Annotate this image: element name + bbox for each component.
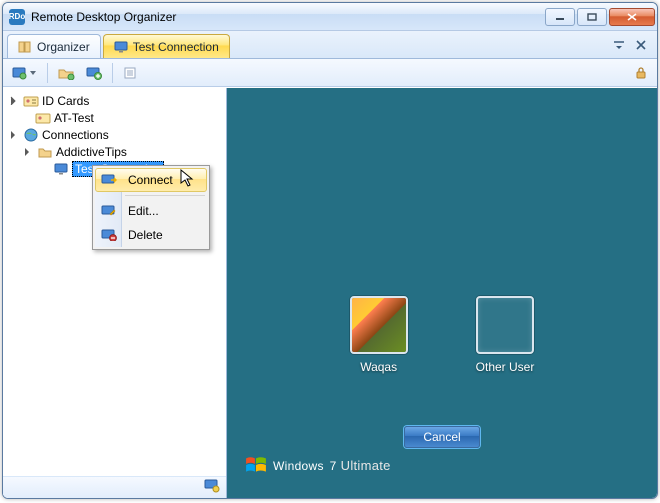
tab-test-connection[interactable]: Test Connection	[103, 34, 230, 58]
tab-close-button[interactable]	[633, 37, 649, 53]
user-name-label: Other User	[476, 360, 535, 374]
tab-label: Organizer	[37, 40, 90, 54]
new-folder-button[interactable]	[54, 62, 78, 84]
globe-icon	[23, 128, 39, 142]
menu-item-delete[interactable]: Delete	[95, 223, 207, 247]
sidebar: ID Cards AT-Test Connections AddictiveTi…	[3, 88, 227, 498]
monitor-icon	[114, 41, 128, 53]
lock-button[interactable]	[629, 62, 653, 84]
properties-button[interactable]	[119, 62, 143, 84]
tree-label: Connections	[42, 128, 109, 142]
context-menu: Connect Edit... Delete	[92, 165, 210, 250]
tree-node-connections[interactable]: Connections	[5, 126, 224, 143]
monitor-icon	[204, 479, 220, 496]
menu-item-label: Connect	[128, 173, 173, 187]
menu-item-edit[interactable]: Edit...	[95, 199, 207, 223]
tree-label: AT-Test	[54, 111, 94, 125]
cancel-button[interactable]: Cancel	[404, 426, 480, 448]
remote-desktop-pane[interactable]: Waqas Other User Cancel Windows 7Ultimat…	[227, 88, 657, 498]
windows-logo-icon	[245, 455, 267, 475]
connection-tree[interactable]: ID Cards AT-Test Connections AddictiveTi…	[3, 88, 226, 476]
window-title: Remote Desktop Organizer	[31, 10, 543, 24]
monitor-icon	[53, 162, 69, 176]
avatar-frame	[476, 296, 534, 354]
maximize-button[interactable]	[577, 8, 607, 26]
user-tile-waqas[interactable]: Waqas	[350, 296, 408, 374]
collapse-icon[interactable]	[9, 95, 20, 106]
avatar-image	[352, 298, 406, 352]
monitor-delete-icon	[101, 228, 117, 242]
collapse-icon[interactable]	[9, 129, 20, 140]
monitor-connect-icon	[101, 173, 117, 187]
folder-icon	[37, 145, 53, 159]
tree-node-at-test[interactable]: AT-Test	[5, 109, 224, 126]
avatar-frame	[350, 296, 408, 354]
tab-bar: Organizer Test Connection	[3, 31, 657, 59]
new-connection-button[interactable]	[82, 62, 106, 84]
id-card-icon	[23, 94, 39, 108]
app-window: RDo Remote Desktop Organizer Organizer	[2, 2, 658, 499]
menu-separator	[125, 195, 205, 196]
titlebar[interactable]: RDo Remote Desktop Organizer	[3, 3, 657, 31]
menu-item-label: Edit...	[128, 204, 159, 218]
tree-label: AddictiveTips	[56, 145, 127, 159]
menu-item-label: Delete	[128, 228, 163, 242]
tree-node-addictivetips[interactable]: AddictiveTips	[5, 143, 224, 160]
tab-label: Test Connection	[133, 40, 219, 54]
collapse-icon[interactable]	[23, 146, 34, 157]
menu-item-connect[interactable]: Connect	[95, 168, 207, 192]
tab-menu-button[interactable]	[611, 37, 627, 53]
tree-node-id-cards[interactable]: ID Cards	[5, 92, 224, 109]
toolbar	[3, 59, 657, 87]
sidebar-footer	[3, 476, 226, 498]
brand-text: Windows 7Ultimate	[273, 453, 391, 476]
content-area: ID Cards AT-Test Connections AddictiveTi…	[3, 87, 657, 498]
new-dropdown-button[interactable]	[7, 62, 41, 84]
user-name-label: Waqas	[360, 360, 397, 374]
user-tile-other[interactable]: Other User	[476, 296, 535, 374]
app-icon: RDo	[9, 9, 25, 25]
monitor-edit-icon	[101, 204, 117, 218]
id-card-icon	[35, 111, 51, 125]
close-button[interactable]	[609, 8, 655, 26]
tree-label: ID Cards	[42, 94, 89, 108]
tab-organizer[interactable]: Organizer	[7, 34, 101, 58]
minimize-button[interactable]	[545, 8, 575, 26]
book-icon	[18, 41, 32, 53]
windows-brand: Windows 7Ultimate	[245, 453, 391, 476]
